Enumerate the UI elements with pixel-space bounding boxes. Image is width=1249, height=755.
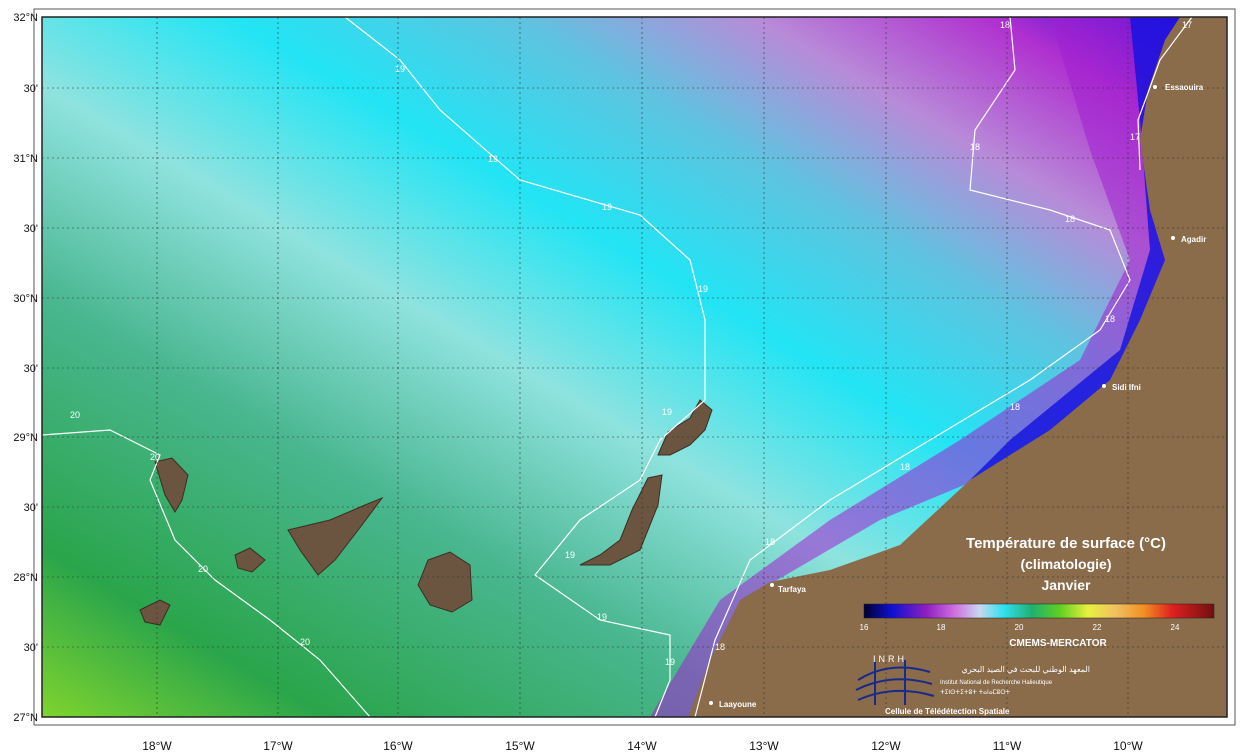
lon-label-12: 12°W (871, 739, 901, 753)
isotherm-label-20a: 20 (70, 410, 80, 420)
legend-month: Janvier (1041, 577, 1091, 593)
lon-label-14: 14°W (627, 739, 657, 753)
lat-label-28-30: 30' (24, 502, 38, 514)
city-label-sidi-ifni: Sidi Ifni (1112, 383, 1141, 392)
lat-label-28: 28°N (13, 572, 38, 584)
sst-map: 20 20 20 20 19 19 19 19 19 19 19 19 18 1… (13, 8, 1236, 753)
isotherm-label-18g: 18 (765, 537, 775, 547)
city-label-agadir: Agadir (1181, 235, 1206, 244)
legend-title: Température de surface (°C) (966, 535, 1166, 552)
logo-acronym: INRH (873, 654, 907, 664)
isotherm-label-18a: 18 (1000, 20, 1010, 30)
lat-label-27: 27°N (13, 712, 38, 724)
city-dot-laayoune (709, 701, 713, 705)
lon-label-17: 17°W (263, 739, 293, 753)
lon-label-15: 15°W (505, 739, 535, 753)
logo-name-fr: Institut National de Recherche Halieutiq… (940, 680, 1053, 686)
colorbar-tick-24: 24 (1171, 623, 1180, 632)
logo-unit: Cellule de Télédétection Spatiale (885, 707, 1010, 716)
colorbar-tick-16: 16 (860, 623, 869, 632)
lat-label-29-30: 30' (24, 363, 38, 375)
lat-label-29: 29°N (13, 432, 38, 444)
isotherm-label-20c: 20 (198, 564, 208, 574)
isotherm-label-19d: 19 (698, 284, 708, 294)
isotherm-label-19e: 19 (662, 407, 672, 417)
lat-label-30-30: 30' (24, 223, 38, 235)
lon-label-10: 10°W (1113, 739, 1143, 753)
isotherm-label-20d: 20 (300, 637, 310, 647)
city-dot-tarfaya (770, 583, 774, 587)
legend-subtitle: (climatologie) (1020, 556, 1111, 572)
city-label-essaouira: Essaouira (1165, 83, 1204, 92)
isotherm-label-18d: 18 (1105, 314, 1115, 324)
lon-label-16: 16°W (383, 739, 413, 753)
isotherm-label-17b: 17 (1130, 132, 1140, 142)
lon-label-18: 18°W (142, 739, 172, 753)
lon-label-11: 11°W (993, 739, 1022, 753)
lat-label-30: 30°N (13, 293, 38, 305)
isotherm-label-19c: 19 (602, 202, 612, 212)
isotherm-label-17a: 17 (1182, 20, 1192, 30)
isotherm-label-18b: 18 (970, 142, 980, 152)
isotherm-label-19a: 19 (395, 64, 405, 74)
city-label-laayoune: Laayoune (719, 700, 757, 709)
isotherm-label-19h: 19 (665, 657, 675, 667)
city-dot-agadir (1171, 236, 1175, 240)
isotherm-label-18f: 18 (900, 462, 910, 472)
colorbar-tick-22: 22 (1093, 623, 1102, 632)
city-label-tarfaya: Tarfaya (778, 585, 806, 594)
logo-name-ar: المعهد الوطني للبحث في الصيد البحري (961, 665, 1090, 674)
lat-label-31: 31°N (13, 153, 38, 165)
city-dot-sidi-ifni (1102, 384, 1106, 388)
isotherm-label-18e: 18 (1010, 402, 1020, 412)
data-source: CMEMS-MERCATOR (1009, 638, 1107, 649)
isotherm-label-18c: 18 (1065, 214, 1075, 224)
city-dot-essaouira (1153, 85, 1157, 89)
colorbar (863, 603, 1215, 619)
colorbar-tick-20: 20 (1015, 623, 1024, 632)
lat-label-27-30: 30' (24, 642, 38, 654)
isotherm-label-20b: 20 (150, 452, 160, 462)
colorbar-tick-18: 18 (937, 623, 946, 632)
logo-name-tz: ⵜⵉⵏⵙⵜⵉⵜⵓⵜ ⵜⴰⵏⴰⵎⵓⵔⵜ (940, 690, 1011, 696)
isotherm-label-19g: 19 (597, 612, 607, 622)
isotherm-label-19b: 19 (488, 154, 498, 164)
isotherm-label-19f: 19 (565, 550, 575, 560)
lon-label-13: 13°W (749, 739, 779, 753)
lat-label-32: 32°N (13, 12, 38, 24)
lat-label-31-30: 30' (24, 83, 38, 95)
